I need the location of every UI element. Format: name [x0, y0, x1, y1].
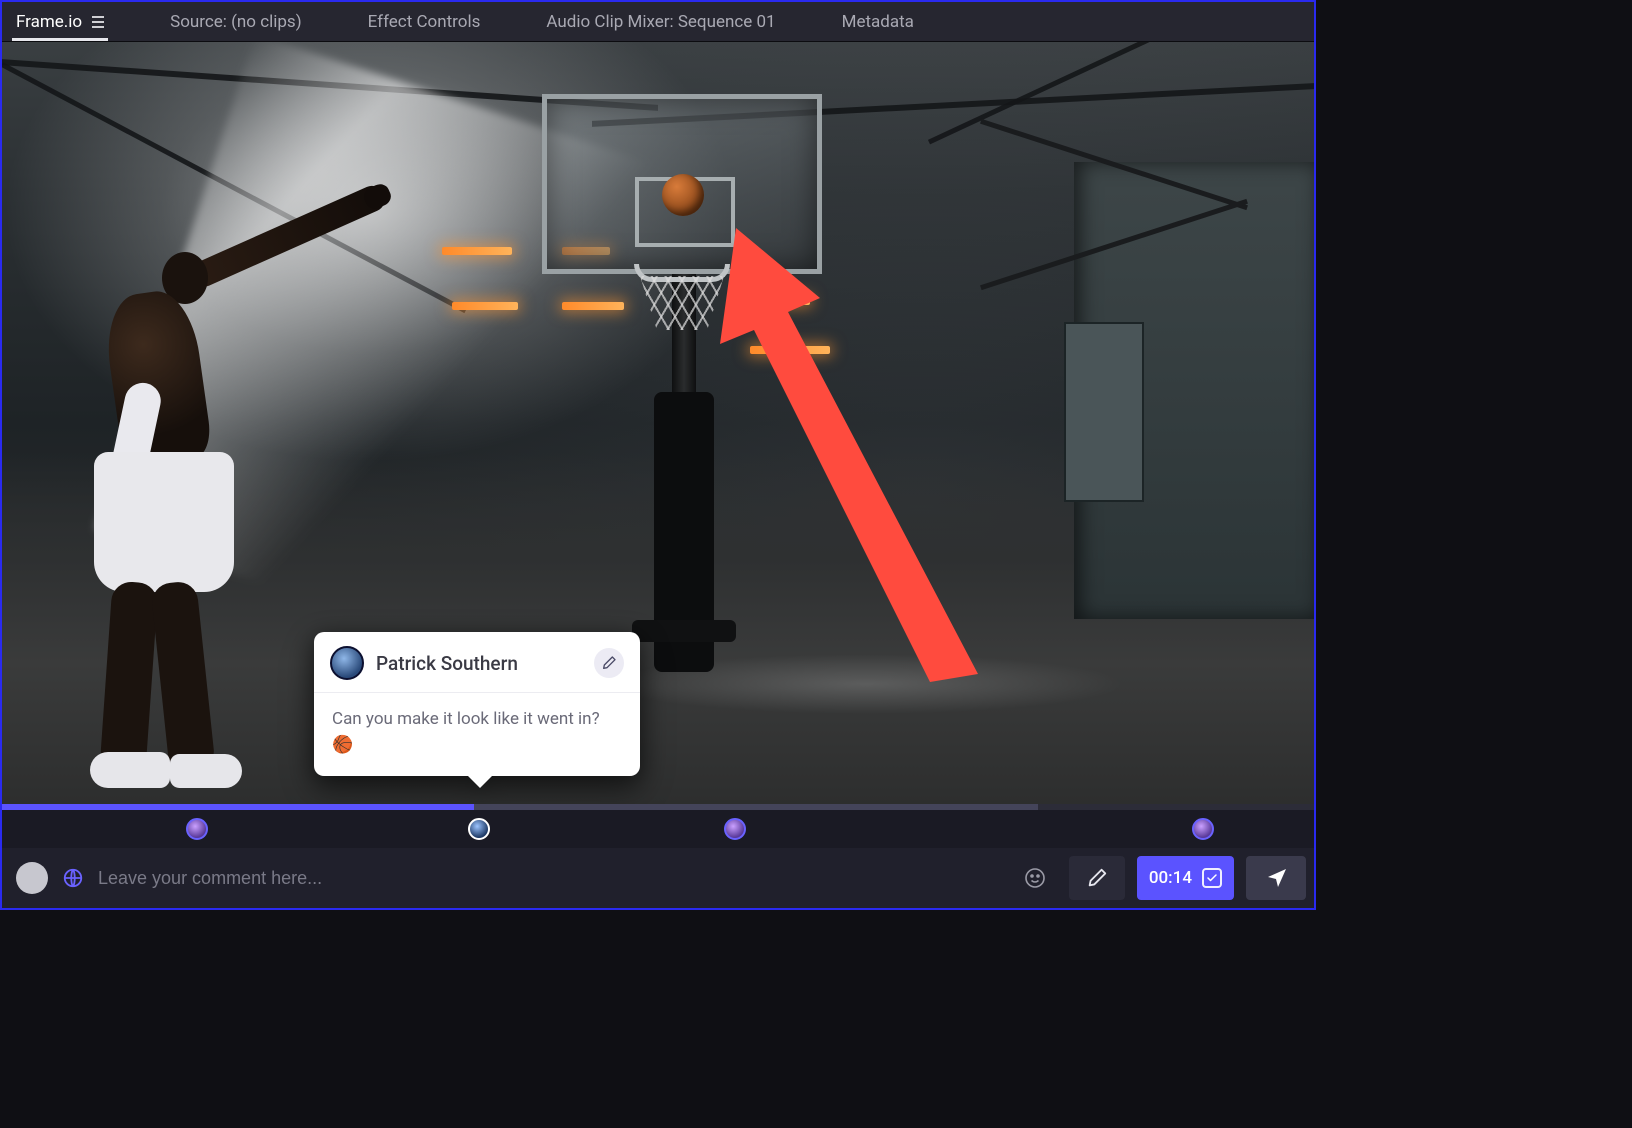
tab-source[interactable]: Source: (no clips): [166, 2, 306, 41]
visibility-globe-icon[interactable]: [60, 865, 86, 891]
video-frame-still: Patrick Southern Can you make it look li…: [2, 42, 1314, 804]
comment-popup-header: Patrick Southern: [314, 632, 640, 693]
timecode-value: 00:14: [1149, 868, 1192, 888]
timecode-checkbox-icon: [1202, 868, 1222, 888]
comment-marker[interactable]: [186, 818, 208, 840]
current-user-avatar: [16, 862, 48, 894]
comment-popup: Patrick Southern Can you make it look li…: [314, 632, 640, 776]
comment-author-avatar: [330, 646, 364, 680]
tab-frameio-label: Frame.io: [16, 12, 82, 32]
video-viewer[interactable]: Patrick Southern Can you make it look li…: [2, 42, 1314, 804]
comment-markers-strip: [2, 810, 1314, 848]
tab-effect-controls[interactable]: Effect Controls: [364, 2, 485, 41]
tab-audio-clip-mixer[interactable]: Audio Clip Mixer: Sequence 01: [542, 2, 779, 41]
emoji-picker-button[interactable]: [1013, 856, 1057, 900]
comment-input[interactable]: [98, 868, 1001, 889]
frameio-panel: Frame.io Source: (no clips) Effect Contr…: [0, 0, 1316, 910]
send-comment-button[interactable]: [1246, 856, 1306, 900]
tab-effect-controls-label: Effect Controls: [368, 12, 481, 32]
comment-body-text: Can you make it look like it went in? 🏀: [314, 693, 640, 776]
tab-metadata-label: Metadata: [842, 12, 914, 32]
tab-source-label: Source: (no clips): [170, 12, 302, 32]
basketball: [662, 174, 704, 216]
annotation-brush-icon[interactable]: [594, 648, 624, 678]
tab-metadata[interactable]: Metadata: [838, 2, 918, 41]
comment-marker-active[interactable]: [468, 818, 490, 840]
panel-menu-icon[interactable]: [92, 16, 104, 28]
comment-marker[interactable]: [724, 818, 746, 840]
panel-tabbar: Frame.io Source: (no clips) Effect Contr…: [2, 2, 1314, 42]
tab-audio-mixer-label: Audio Clip Mixer: Sequence 01: [546, 12, 775, 32]
comment-author-name: Patrick Southern: [376, 652, 582, 675]
comment-input-bar: 00:14: [2, 848, 1314, 908]
timecode-toggle[interactable]: 00:14: [1137, 856, 1234, 900]
draw-annotation-button[interactable]: [1069, 856, 1125, 900]
tab-frameio[interactable]: Frame.io: [12, 2, 108, 41]
comment-marker[interactable]: [1192, 818, 1214, 840]
